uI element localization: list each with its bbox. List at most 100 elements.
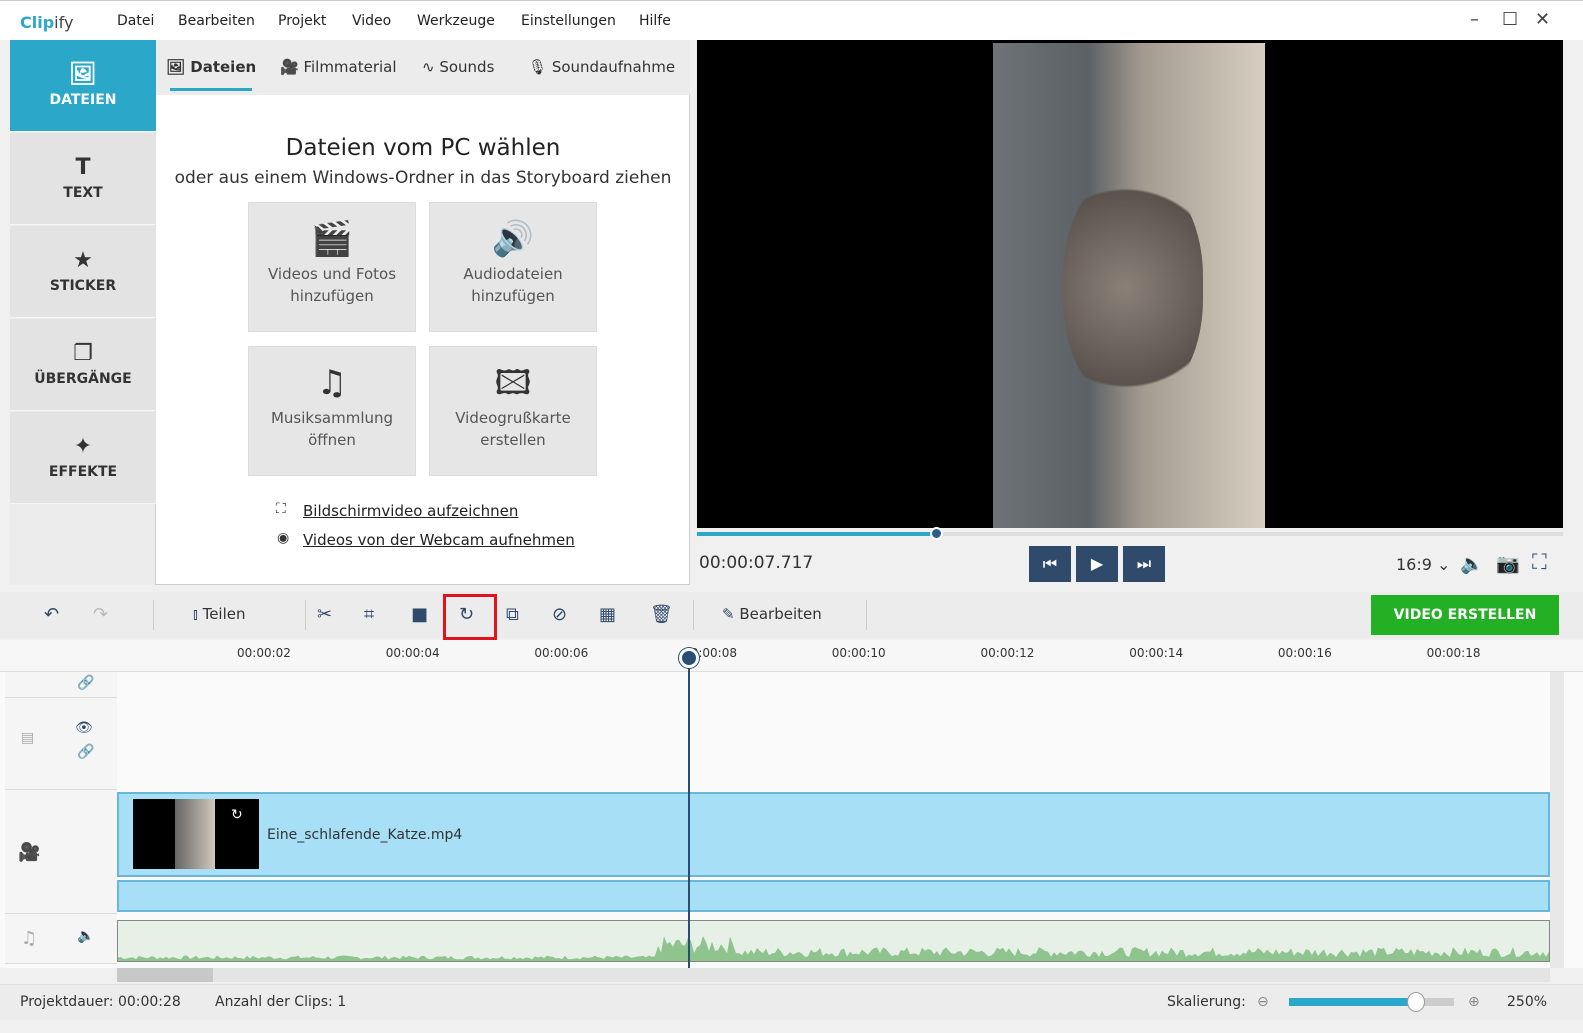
app-logo: Clipify [20,13,74,32]
create-video-button[interactable]: VIDEO ERSTELLEN [1371,595,1559,635]
close-icon[interactable]: ✕ [1535,9,1550,30]
waveform-graphic [118,935,1549,961]
skip-back-button[interactable]: ⏮ [1029,546,1071,582]
seek-progress [697,532,937,536]
skip-forward-button[interactable]: ⏭ [1123,546,1165,582]
crop-icon[interactable]: ⌗ [364,604,374,625]
audio-file-icon: 🔊 [491,219,535,259]
fullscreen-icon[interactable]: ⛶ [1532,550,1547,575]
split-button[interactable]: ⫾ Teilen [193,605,246,623]
star-icon: ★ [73,248,93,273]
overlay-track-header: ▤ 👁 🔗 [5,698,117,790]
text-icon: T [75,155,91,180]
video-card-button[interactable]: 🖾 Videogrußkarte erstellen [429,346,597,476]
tab-dateien[interactable]: 🖼 Dateien [166,58,256,76]
split-icon: ⫾ [193,605,203,623]
snapshot-camera-icon[interactable]: 📷 [1496,552,1520,575]
maximize-icon[interactable]: ☐ [1502,9,1518,30]
resize-icon[interactable]: ⧉ [506,604,519,625]
timeline-ruler[interactable]: 00:00:02 00:00:04 00:00:06 00:00:08 00:00:10… [0,640,1583,672]
speaker-icon[interactable]: 🔈 [77,928,94,944]
sidebar-item-uebergaenge[interactable]: ❐ ÜBERGÄNGE [10,319,156,411]
cat-image [1063,173,1203,403]
menu-video[interactable]: Video [352,13,391,29]
video-camera-icon: 🎥 [18,842,41,863]
sidebar-item-sticker[interactable]: ★ STICKER [10,226,156,318]
trash-icon[interactable]: 🗑 [650,604,673,625]
screen-record-link[interactable]: Bildschirmvideo aufzeichnen [303,502,518,520]
scale-handle[interactable] [1407,992,1426,1012]
add-videos-photos-button[interactable]: 🎬 Videos und Fotos hinzufügen [248,202,416,332]
rotate-icon: ↻ [231,807,243,823]
redo-icon[interactable]: ↷ [93,604,108,625]
ruler-tick-label: 00:00:18 [1426,646,1481,660]
clip-strip[interactable] [117,880,1550,912]
sidebar-item-text[interactable]: T TEXT [10,133,156,225]
seek-handle[interactable] [929,527,943,540]
undo-icon[interactable]: ↶ [44,604,59,625]
tab-filmmaterial[interactable]: 🎥 Filmmaterial [280,58,397,76]
scroll-thumb[interactable] [117,968,213,982]
video-clip[interactable]: ↻ Eine_schlafende_Katze.mp4 [117,792,1550,877]
minimize-icon[interactable]: – [1470,9,1479,30]
video-preview[interactable] [697,40,1563,528]
edit-button[interactable]: ✎ Bearbeiten [722,605,822,623]
divider [693,600,694,630]
image-icon: 🖼 [69,62,97,87]
stabilize-icon[interactable]: ⊘ [552,604,567,625]
add-frame-icon[interactable]: ▦ [599,604,616,625]
seek-bar[interactable] [697,527,1563,540]
music-collection-button[interactable]: ♫ Musiksammlung öffnen [248,346,416,476]
menu-hilfe[interactable]: Hilfe [639,13,671,29]
film-icon: ▤ [21,730,35,746]
audio-track-header: ♫ 🔈 [5,914,117,964]
playhead-handle[interactable] [679,648,699,668]
sidebar-item-effekte[interactable]: ✦ EFFEKTE [10,412,156,504]
zoom-out-icon[interactable]: ⊖ [1257,994,1269,1010]
panel-title: Dateien vom PC wählen [285,135,561,161]
clip-thumbnail: ↻ [133,799,259,869]
tab-soundaufnahme[interactable]: 🎙 Soundaufnahme [528,58,675,76]
scale-slider[interactable] [1289,992,1454,1012]
ruler-tick-label: 00:00:12 [980,646,1035,660]
scissors-icon[interactable]: ✂ [317,604,332,625]
ruler-tick-label: 00:00:10 [831,646,886,660]
toolbar: ↶ ↷ ⫾ Teilen ✂ ⌗ ■ ↻ ⧉ ⊘ ▦ 🗑 ✎ Bearbeite… [0,592,1583,640]
project-duration: Projektdauer: 00:00:28 [20,994,181,1010]
eye-icon[interactable]: 👁 [75,720,93,736]
magic-wand-icon: ✦ [73,434,93,459]
aspect-ratio-select[interactable]: 16:9 ⌄ [1396,555,1450,574]
link-icon[interactable]: 🔗 [77,744,94,760]
volume-icon[interactable]: 🔈 [1460,552,1484,575]
menu-einstellungen[interactable]: Einstellungen [521,13,616,29]
files-panel: 🖼 Dateien 🎥 Filmmaterial ∿ Sounds 🎙 Soun… [156,40,690,585]
playhead[interactable] [688,650,690,968]
menu-werkzeuge[interactable]: Werkzeuge [417,13,495,29]
scale-label: Skalierung: [1167,994,1246,1010]
ruler-tick-label: 00:00:04 [385,646,440,660]
menu-bearbeiten[interactable]: Bearbeiten [178,13,255,29]
audio-waveform[interactable] [117,920,1550,962]
zoom-in-icon[interactable]: ⊕ [1468,994,1480,1010]
menu-datei[interactable]: Datei [117,13,154,29]
tab-sounds[interactable]: ∿ Sounds [422,58,494,76]
track-header: 🔗 [5,672,117,698]
add-audio-button[interactable]: 🔊 Audiodateien hinzufügen [429,202,597,332]
link-icon[interactable]: 🔗 [77,675,94,691]
music-notes-icon: ♫ [316,363,348,403]
webcam-record-link[interactable]: Videos von der Webcam aufnehmen [303,531,575,549]
divider [866,600,867,630]
microphone-icon: 🎙 [528,58,552,76]
scale-value: 250% [1507,994,1548,1010]
scale-fill [1289,998,1417,1006]
clip-count: Anzahl der Clips: 1 [215,994,347,1010]
play-button[interactable]: ▶ [1076,546,1118,582]
timeline-tracks: 🔗 ▤ 👁 🔗 🎥 ♫ 🔈 ↻ Eine_schlafende_Katze.mp4 [0,672,1583,968]
sidebar-item-dateien[interactable]: 🖼 DATEIEN [10,40,156,132]
menu-projekt[interactable]: Projekt [278,13,326,29]
rotate-icon[interactable]: ↻ [459,604,474,625]
frame-icon[interactable]: ■ [411,604,428,625]
vertical-scrollbar[interactable] [1550,672,1564,968]
ruler-tick-label: 00:00:02 [237,646,291,660]
horizontal-scrollbar[interactable] [117,968,1550,982]
